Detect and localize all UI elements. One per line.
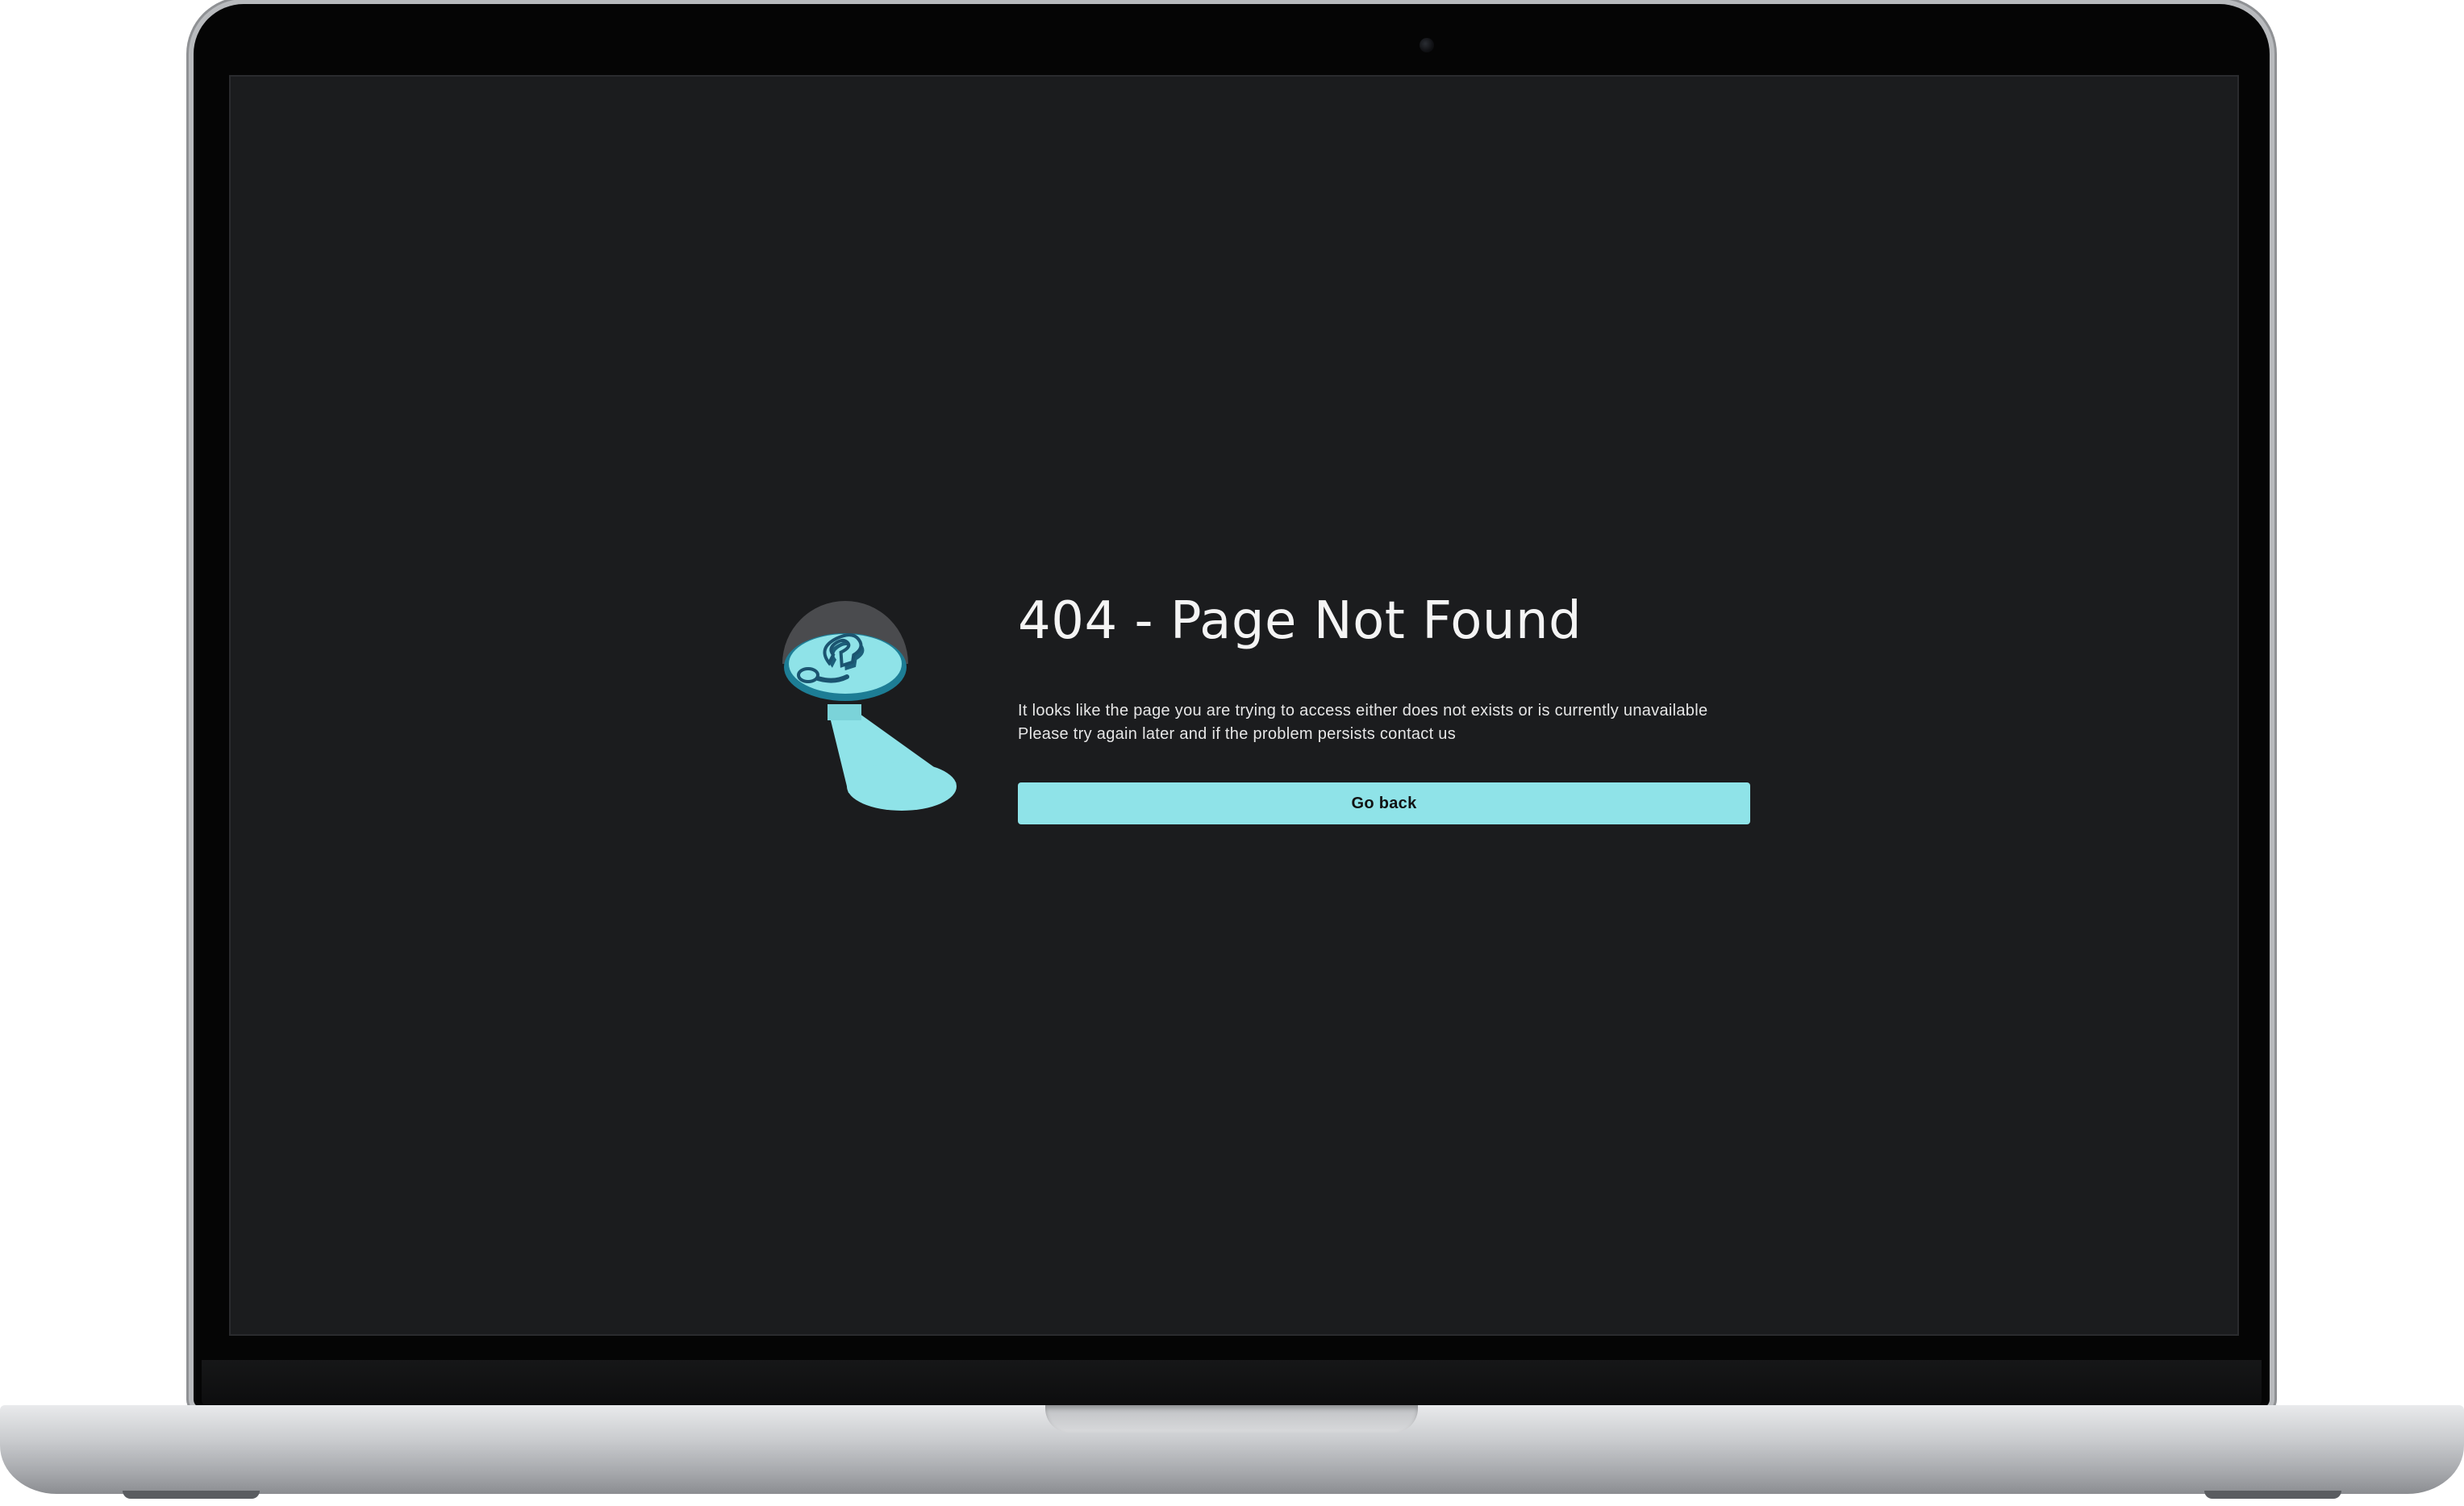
- go-back-button[interactable]: Go back: [1018, 782, 1750, 824]
- question-mark-spotlight-icon: [773, 601, 974, 819]
- illustration-svg: [782, 601, 957, 811]
- question-mark-dot: [797, 667, 819, 683]
- laptop-foot-right: [2204, 1491, 2341, 1499]
- laptop-chin: [202, 1360, 2262, 1405]
- error-page: 404 - Page Not Found It looks like the p…: [231, 77, 2237, 1334]
- error-message-line: Please try again later and if the proble…: [1018, 725, 1457, 743]
- error-message-line: It looks like the page you are trying to…: [1018, 702, 1708, 720]
- laptop-foot-left: [123, 1491, 260, 1499]
- laptop-frame: 404 - Page Not Found It looks like the p…: [0, 0, 2464, 1506]
- error-message: It looks like the page you are trying to…: [1018, 699, 1752, 746]
- error-text-block: 404 - Page Not Found It looks like the p…: [1018, 585, 1752, 824]
- page-title: 404 - Page Not Found: [1018, 591, 1582, 651]
- light-spot: [847, 762, 957, 811]
- camera-icon: [1420, 38, 1434, 52]
- laptop-opening-notch: [1045, 1405, 1418, 1433]
- screen: 404 - Page Not Found It looks like the p…: [229, 75, 2239, 1336]
- beam-neck: [828, 704, 861, 720]
